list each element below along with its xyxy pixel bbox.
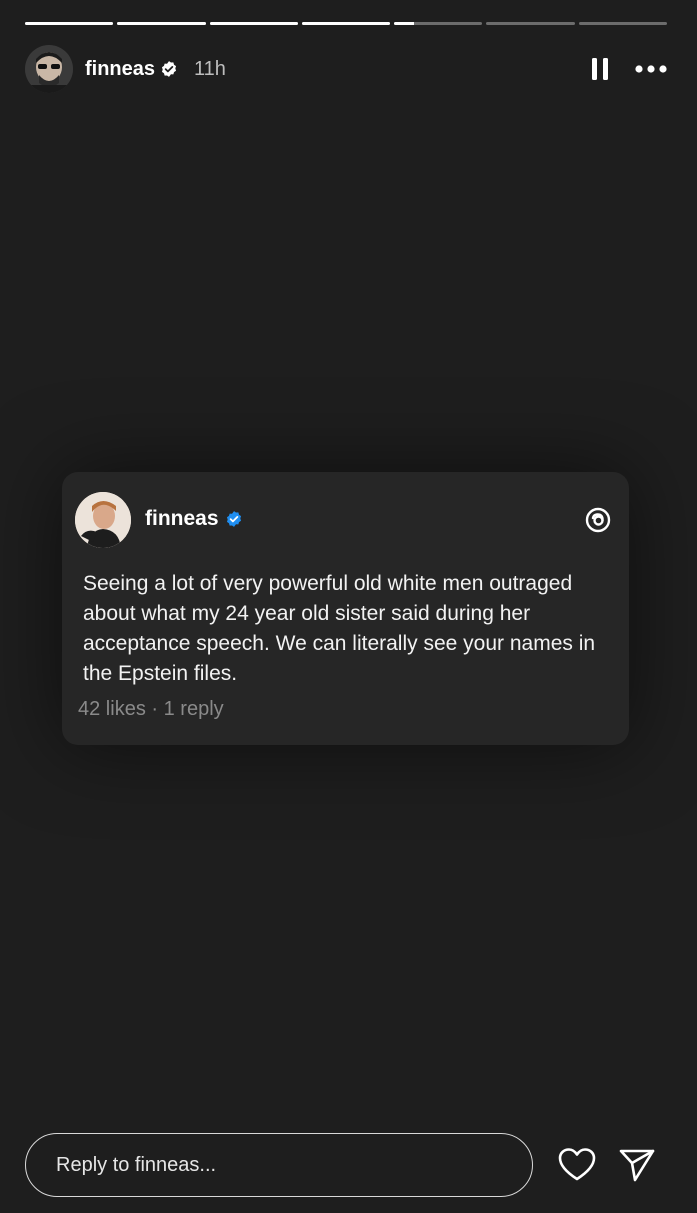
progress-segment — [301, 22, 391, 25]
progress-segment — [578, 22, 667, 25]
post-time: 11h — [194, 57, 226, 80]
progress-segment — [25, 22, 114, 25]
threads-post-card[interactable]: finneas Seeing a lot of very powerful ol… — [62, 472, 629, 745]
post-text: Seeing a lot of very powerful old white … — [83, 572, 596, 685]
reply-input[interactable] — [25, 1133, 533, 1197]
threads-logo-icon[interactable] — [583, 505, 613, 540]
story-progress — [25, 22, 667, 26]
verified-badge-icon — [225, 510, 243, 528]
more-icon[interactable] — [635, 64, 667, 74]
heart-icon[interactable] — [558, 1147, 596, 1183]
post-stats: 42 likes · 1 reply — [78, 698, 224, 721]
post-author[interactable]: finneas — [145, 507, 219, 531]
avatar — [75, 492, 131, 548]
progress-segment — [394, 22, 483, 25]
stats-separator: · — [151, 698, 159, 720]
username[interactable]: finneas — [85, 58, 155, 81]
likes-count: 42 likes — [78, 698, 146, 720]
progress-segment — [117, 22, 206, 25]
story-header: finneas 11h — [25, 45, 667, 93]
avatar[interactable] — [25, 45, 73, 93]
pause-icon[interactable] — [591, 57, 609, 81]
verified-badge-icon — [160, 60, 178, 78]
progress-segment — [209, 22, 298, 25]
progress-segment — [486, 22, 575, 25]
replies-count: 1 reply — [163, 698, 224, 720]
send-icon[interactable] — [618, 1147, 656, 1183]
